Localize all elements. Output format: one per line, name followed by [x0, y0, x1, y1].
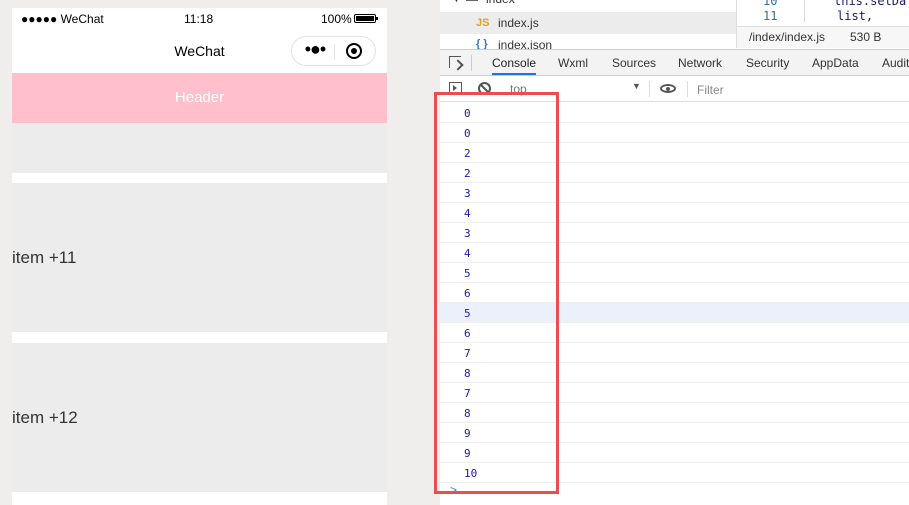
- page-header: Header: [12, 73, 387, 123]
- code-editor[interactable]: 10 this.setDa 11 list, /index/index.js 5…: [736, 0, 909, 48]
- tab-network[interactable]: Network: [678, 56, 722, 70]
- file-tree-item[interactable]: JS index.js: [440, 12, 736, 34]
- code-line: list,: [837, 9, 874, 23]
- tab-audits[interactable]: Audits: [882, 56, 909, 70]
- editor-status-bar: /index/index.js 530 B: [737, 26, 909, 48]
- list-item-partial: [12, 123, 387, 173]
- filter-input[interactable]: Filter: [697, 83, 724, 97]
- list-item: item +11: [12, 183, 387, 332]
- status-time: 11:18: [184, 12, 214, 26]
- tab-sources[interactable]: Sources: [612, 56, 656, 70]
- line-number: 10: [763, 0, 778, 8]
- toolbar-divider: [687, 81, 688, 97]
- inspect-element-icon[interactable]: [449, 56, 461, 68]
- nav-bar: WeChat •●•: [12, 30, 387, 73]
- simulator-phone: ●●●●● WeChat 11:18 100% WeChat •●• Heade…: [12, 8, 387, 505]
- code-line: this.setDa: [834, 0, 907, 8]
- file-size: 530 B: [850, 30, 882, 44]
- file-tree: ▼ index JS index.js { } index.json: [440, 0, 736, 52]
- close-target-icon[interactable]: [346, 43, 362, 59]
- caret-down-icon[interactable]: ▼: [632, 81, 641, 91]
- caret-down-icon[interactable]: ▼: [452, 0, 461, 4]
- list-item: item +12: [12, 343, 387, 492]
- battery-percent: 100%: [321, 12, 352, 26]
- folder-icon: [466, 0, 478, 1]
- js-file-icon: JS: [476, 17, 490, 29]
- line-number: 11: [763, 9, 778, 23]
- tab-divider: [471, 55, 472, 71]
- capsule-divider: [334, 44, 335, 60]
- highlight-box: [434, 92, 559, 494]
- devtools-tab-bar: Console Wxml Sources Network Security Ap…: [440, 49, 909, 76]
- list-item-label: item +11: [12, 248, 77, 267]
- file-name: index.js: [498, 16, 539, 30]
- tab-security[interactable]: Security: [746, 56, 789, 70]
- toolbar-divider: [649, 81, 650, 97]
- tab-wxml[interactable]: Wxml: [558, 56, 588, 70]
- battery-icon: [354, 14, 378, 23]
- folder-name: index: [486, 0, 515, 6]
- file-path: /index/index.js: [749, 30, 826, 44]
- list-item-label: item +12: [12, 408, 78, 427]
- more-dots-icon[interactable]: •●•: [300, 40, 330, 60]
- mini-program-capsule: •●•: [291, 36, 376, 66]
- status-bar: ●●●●● WeChat 11:18 100%: [12, 8, 387, 30]
- tab-appdata[interactable]: AppData: [812, 56, 859, 70]
- tab-console[interactable]: Console: [492, 56, 537, 75]
- eye-icon[interactable]: [660, 84, 676, 93]
- gutter-divider: [804, 0, 805, 22]
- carrier-label: ●●●●● WeChat: [21, 12, 104, 26]
